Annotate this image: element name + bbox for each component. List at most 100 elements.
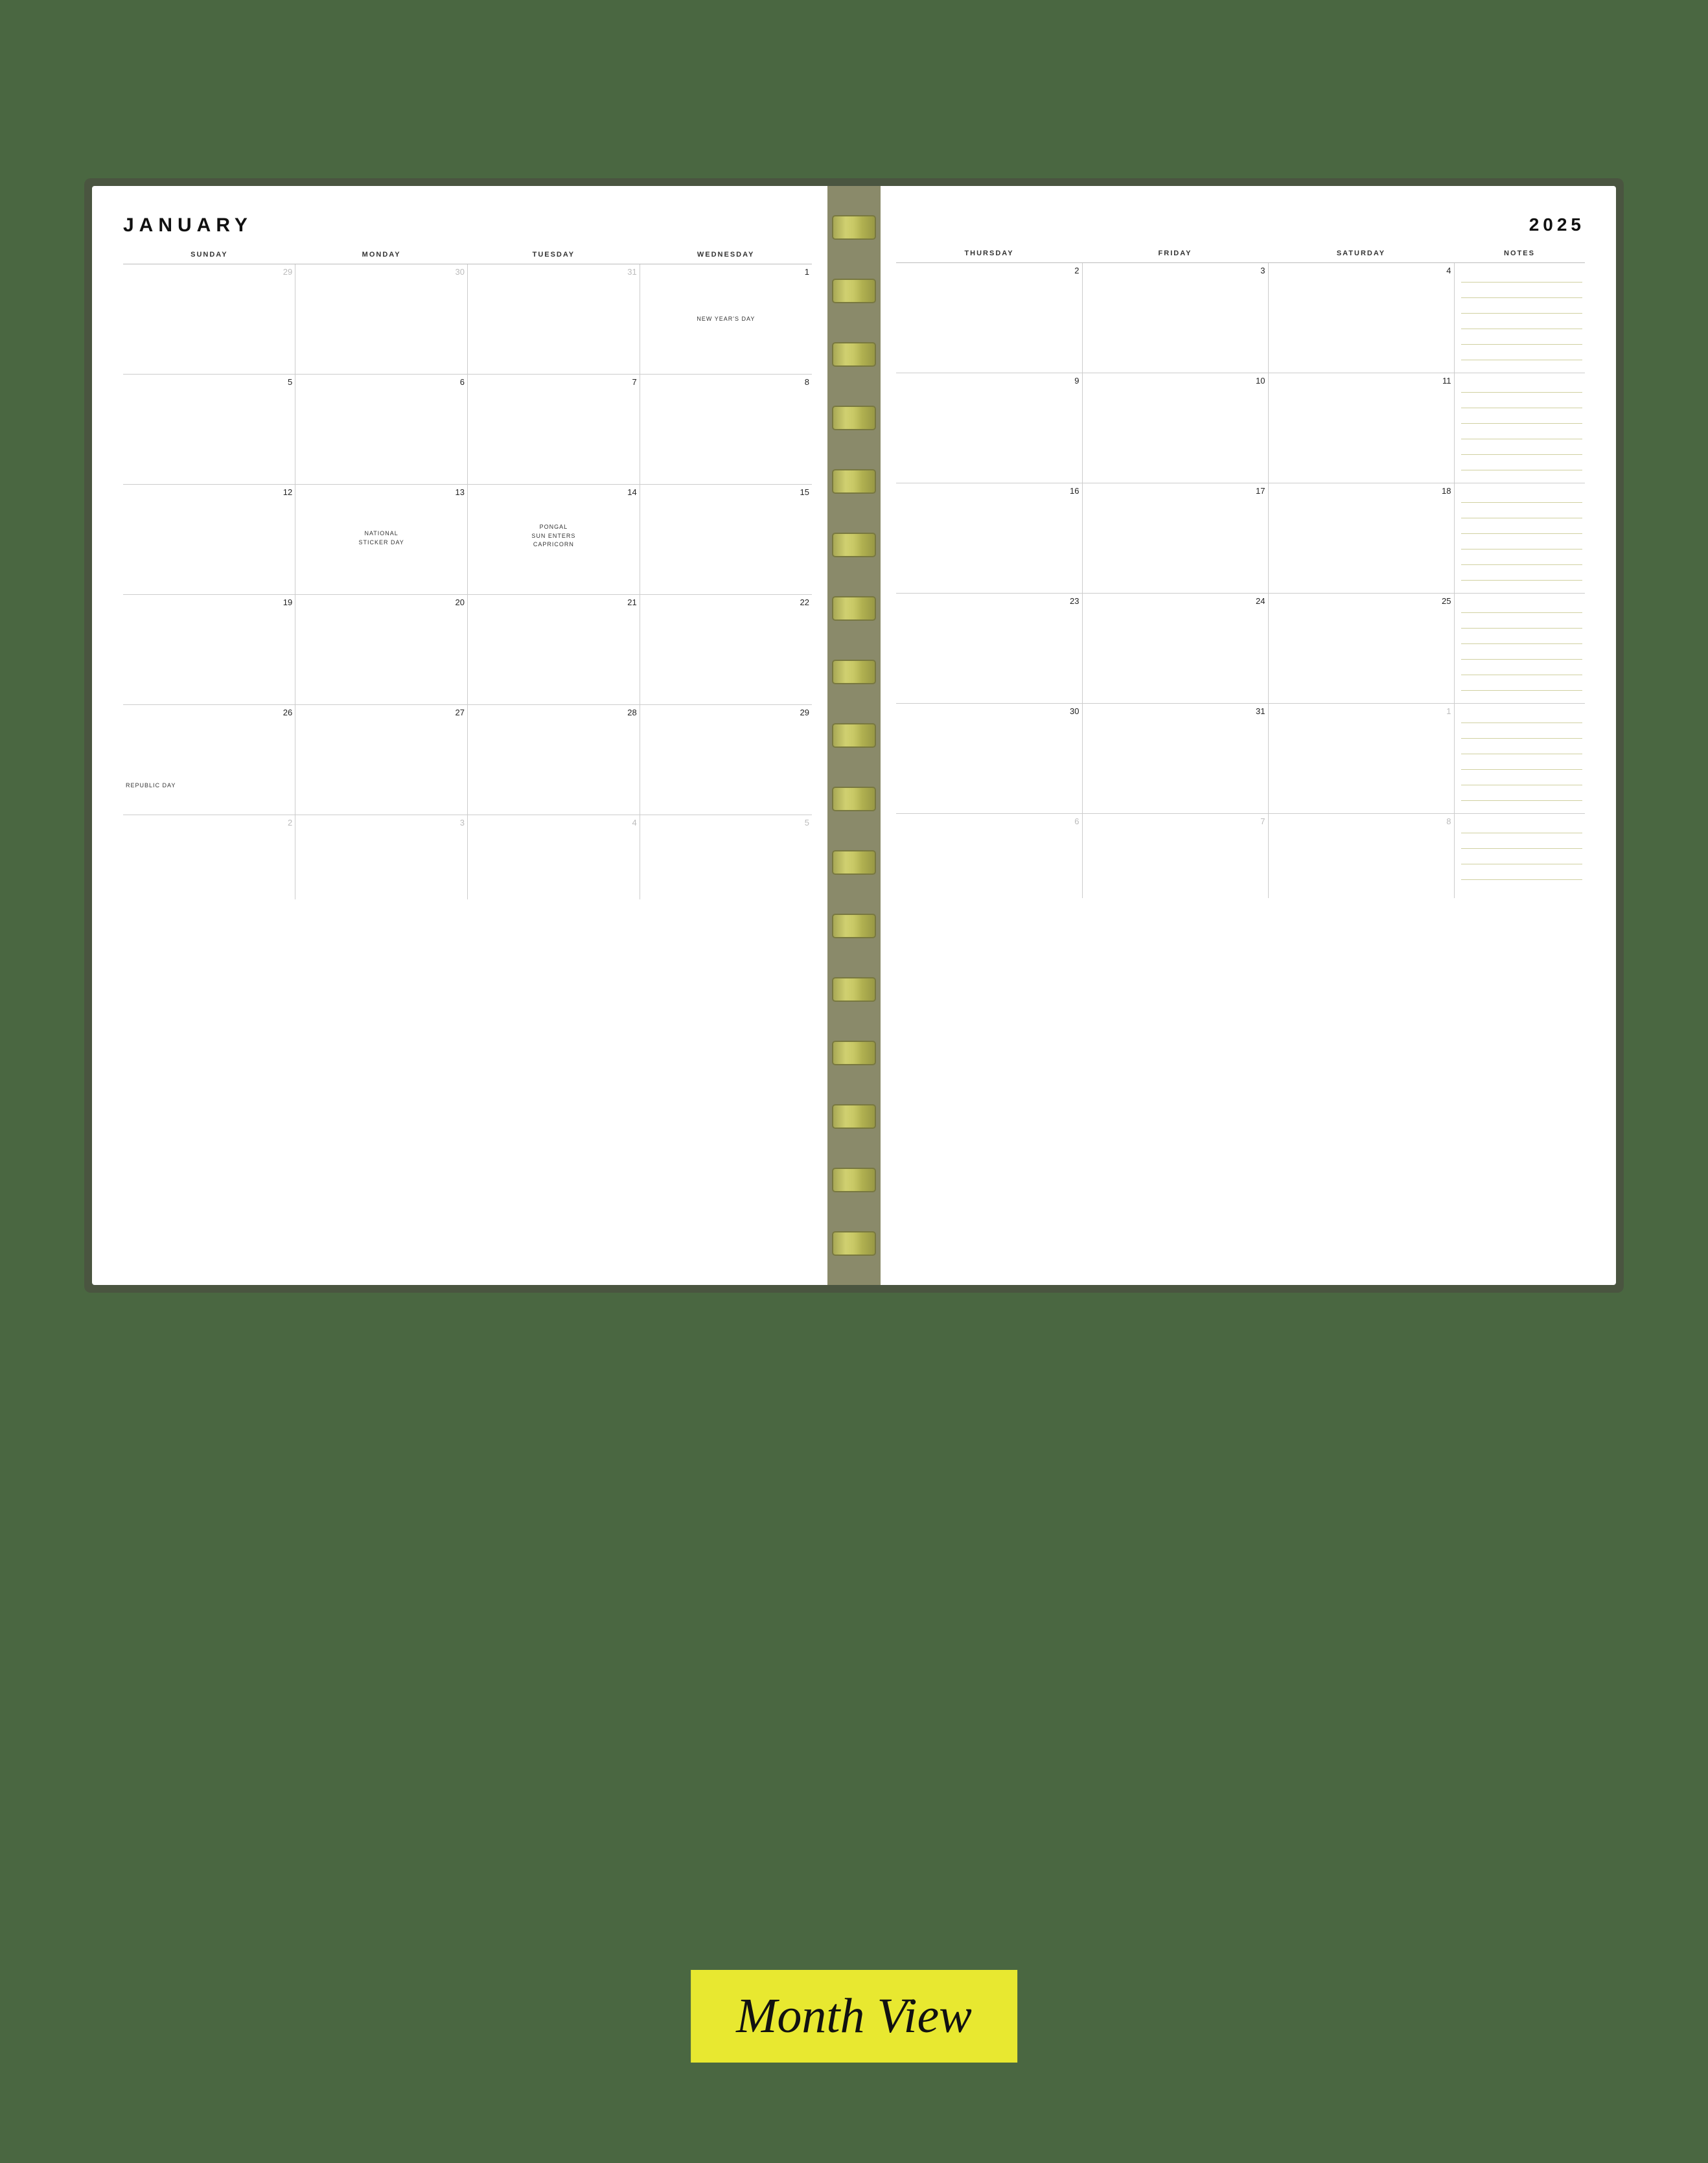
- table-row[interactable]: 12: [123, 485, 295, 595]
- table-row[interactable]: 18: [1268, 483, 1454, 594]
- day-number: 27: [298, 708, 465, 717]
- table-row[interactable]: 6: [295, 375, 468, 485]
- table-row[interactable]: 17: [1082, 483, 1268, 594]
- day-number: 1: [1271, 706, 1451, 716]
- col-friday: FRIDAY: [1082, 247, 1268, 263]
- day-number: 21: [470, 597, 637, 607]
- table-row[interactable]: 8: [1268, 814, 1454, 898]
- note-line: [1461, 503, 1583, 518]
- table-row[interactable]: 22: [640, 595, 812, 705]
- note-line: [1461, 818, 1583, 833]
- table-row[interactable]: 25: [1268, 594, 1454, 704]
- table-row[interactable]: 15: [640, 485, 812, 595]
- note-line: [1461, 487, 1583, 503]
- day-number: 16: [899, 486, 1079, 496]
- col-saturday: SATURDAY: [1268, 247, 1454, 263]
- day-number: 30: [298, 267, 465, 277]
- table-row[interactable]: 30: [896, 704, 1082, 814]
- table-row[interactable]: 2: [896, 263, 1082, 373]
- table-row[interactable]: 13 NATIONALSTICKER DAY: [295, 485, 468, 595]
- event-label: NATIONALSTICKER DAY: [298, 529, 465, 547]
- notes-cell[interactable]: [1454, 704, 1585, 814]
- table-row[interactable]: 20: [295, 595, 468, 705]
- spiral-coil: [832, 1104, 876, 1129]
- day-number: 17: [1085, 486, 1265, 496]
- table-row[interactable]: 29: [123, 264, 295, 375]
- month-view-badge: Month View: [691, 1970, 1017, 2063]
- note-line: [1461, 708, 1583, 723]
- table-row[interactable]: 8: [640, 375, 812, 485]
- day-number: 9: [899, 376, 1079, 386]
- day-number: 31: [470, 267, 637, 277]
- spiral-coil: [832, 279, 876, 303]
- table-row[interactable]: 6: [896, 814, 1082, 898]
- day-number: 2: [126, 818, 292, 827]
- note-line: [1461, 424, 1583, 439]
- spiral-coil: [832, 850, 876, 875]
- notes-cell[interactable]: [1454, 483, 1585, 594]
- note-line: [1461, 565, 1583, 581]
- table-row[interactable]: 31: [468, 264, 640, 375]
- note-line: [1461, 613, 1583, 629]
- spiral-coil: [832, 723, 876, 748]
- table-row[interactable]: 16: [896, 483, 1082, 594]
- col-sunday: SUNDAY: [123, 248, 295, 264]
- note-line: [1461, 597, 1583, 613]
- notes-cell[interactable]: [1454, 814, 1585, 898]
- table-row[interactable]: 4: [1268, 263, 1454, 373]
- table-row[interactable]: 7: [468, 375, 640, 485]
- day-number: 4: [1271, 266, 1451, 275]
- spiral-coil: [832, 342, 876, 367]
- table-row[interactable]: 2: [123, 815, 295, 899]
- month-view-label: Month View: [736, 1989, 972, 2043]
- day-number: 5: [643, 818, 809, 827]
- day-number: 25: [1271, 596, 1451, 606]
- notes-cell[interactable]: [1454, 373, 1585, 483]
- day-number: 2: [899, 266, 1079, 275]
- spiral-coil: [832, 914, 876, 938]
- table-row[interactable]: 10: [1082, 373, 1268, 483]
- note-line: [1461, 408, 1583, 424]
- table-row[interactable]: 1 NEW YEAR'S DAY: [640, 264, 812, 375]
- table-row[interactable]: 4: [468, 815, 640, 899]
- spiral-coil: [832, 977, 876, 1002]
- table-row[interactable]: 19: [123, 595, 295, 705]
- table-row[interactable]: 31: [1082, 704, 1268, 814]
- table-row[interactable]: 27: [295, 705, 468, 815]
- notes-cell[interactable]: [1454, 263, 1585, 373]
- table-row[interactable]: 5: [123, 375, 295, 485]
- table-row[interactable]: 5: [640, 815, 812, 899]
- day-number: 6: [899, 816, 1079, 826]
- table-row[interactable]: 9: [896, 373, 1082, 483]
- table-row[interactable]: 3: [1082, 263, 1268, 373]
- table-row[interactable]: 30: [295, 264, 468, 375]
- table-row[interactable]: 7: [1082, 814, 1268, 898]
- table-row[interactable]: 28: [468, 705, 640, 815]
- table-row[interactable]: 21: [468, 595, 640, 705]
- note-line: [1461, 377, 1583, 393]
- notes-cell[interactable]: [1454, 594, 1585, 704]
- note-line: [1461, 864, 1583, 880]
- note-line: [1461, 298, 1583, 314]
- note-line: [1461, 785, 1583, 801]
- note-line: [1461, 455, 1583, 470]
- day-number: 31: [1085, 706, 1265, 716]
- table-row[interactable]: 23: [896, 594, 1082, 704]
- table-row[interactable]: 1: [1268, 704, 1454, 814]
- note-line: [1461, 675, 1583, 691]
- spiral-coil: [832, 596, 876, 621]
- table-row[interactable]: 11: [1268, 373, 1454, 483]
- col-notes: NOTES: [1454, 247, 1585, 263]
- day-number: 24: [1085, 596, 1265, 606]
- day-number: 29: [643, 708, 809, 717]
- table-row[interactable]: 26 REPUBLIC DAY: [123, 705, 295, 815]
- table-row[interactable]: 14 PONGALSUN ENTERSCAPRICORN: [468, 485, 640, 595]
- table-row[interactable]: 24: [1082, 594, 1268, 704]
- table-row[interactable]: 29: [640, 705, 812, 815]
- day-number: 15: [643, 487, 809, 497]
- day-number: 8: [1271, 816, 1451, 826]
- table-row[interactable]: 3: [295, 815, 468, 899]
- spiral-coil: [832, 1168, 876, 1192]
- day-number: 7: [1085, 816, 1265, 826]
- event-label: REPUBLIC DAY: [126, 782, 292, 789]
